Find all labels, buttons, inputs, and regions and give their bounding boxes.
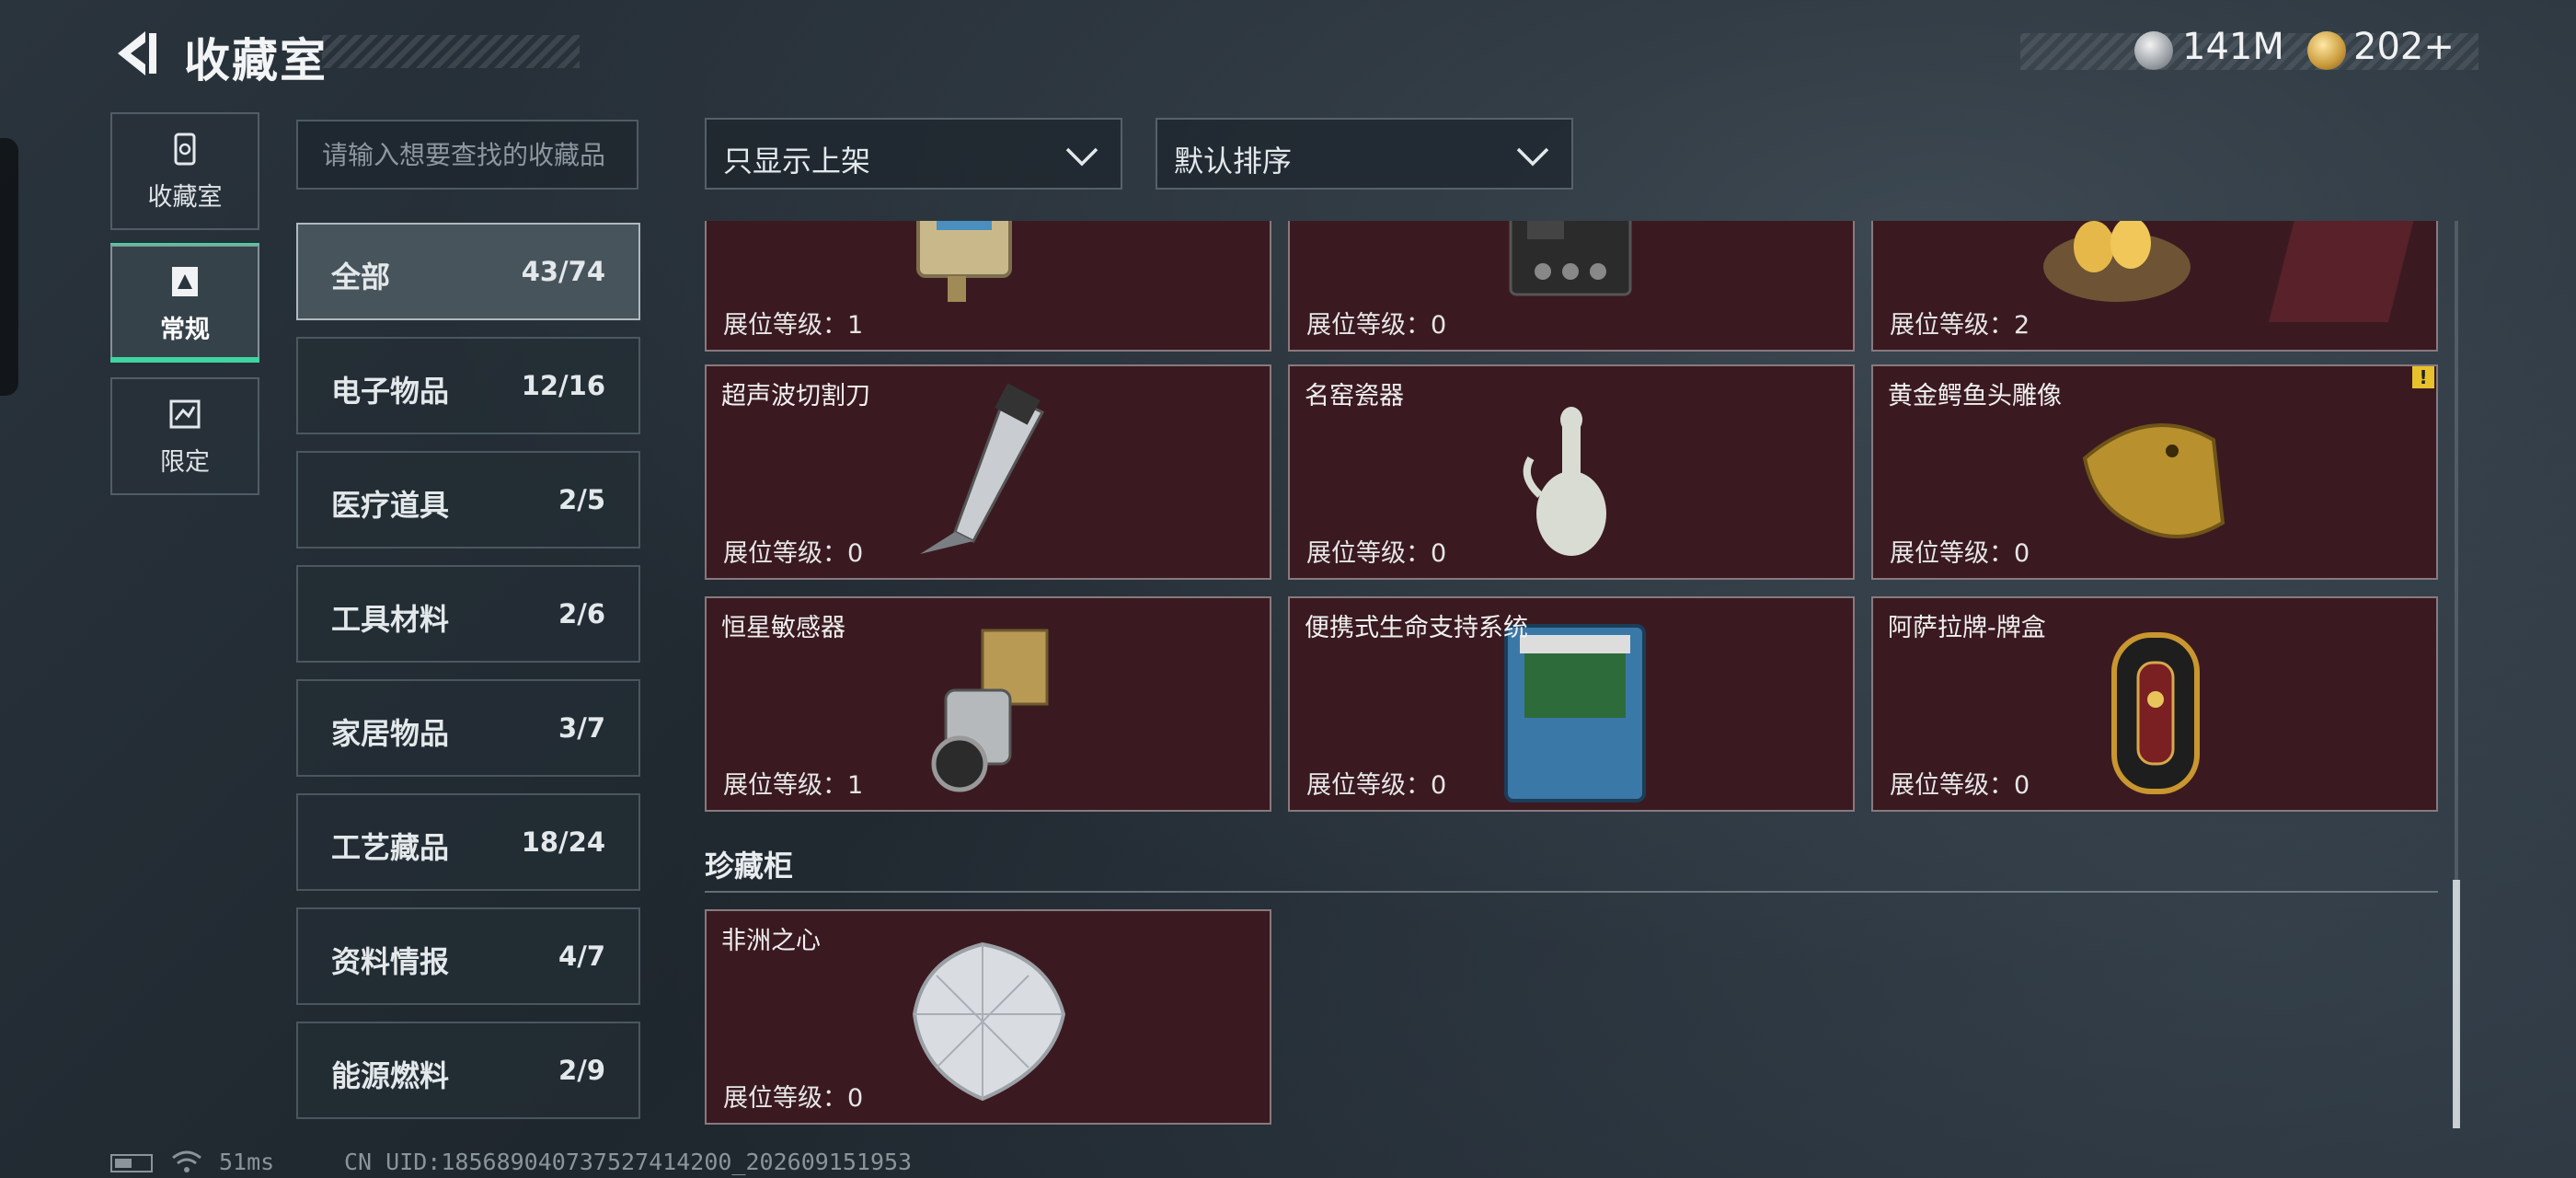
level-label: 展位等级： <box>723 771 847 800</box>
section-divider <box>705 891 2438 893</box>
collection-item-card[interactable]: 展位等级：2 <box>1871 221 2438 352</box>
uid-text: CN UID:1856890407375274142​00_2026091519… <box>344 1149 913 1175</box>
level-value: 2 <box>2014 311 2030 340</box>
level-label: 展位等级： <box>723 539 847 568</box>
category-name: 电子物品 <box>331 374 450 409</box>
item-name: 恒星敏感器 <box>721 614 845 642</box>
collection-item-card[interactable]: 超声波切割刀 展位等级：0 <box>705 364 1271 580</box>
nav-regular[interactable]: 常规 <box>110 245 259 363</box>
silver-coin-icon <box>2134 31 2173 70</box>
battery-icon <box>110 1154 153 1172</box>
collection-room-icon <box>174 133 196 166</box>
display-filter-value: 只显示上架 <box>723 144 871 179</box>
category-name: 全部 <box>331 260 391 294</box>
level-value: 0 <box>1431 771 1447 800</box>
level-value: 0 <box>1431 539 1447 568</box>
sort-value: 默认排序 <box>1174 144 1293 179</box>
category-count: 12/16 <box>521 370 605 401</box>
collection-item-card[interactable]: 展位等级：1 <box>705 221 1271 352</box>
level-label: 展位等级： <box>1306 771 1431 800</box>
nav-label: 收藏室 <box>147 183 223 212</box>
level-label: 展位等级： <box>723 311 847 340</box>
nav-label: 常规 <box>160 316 210 344</box>
showcase-item-card[interactable]: 非洲之心 展位等级：0 <box>705 909 1271 1125</box>
category-name: 工艺藏品 <box>331 830 450 865</box>
silver-currency-value: 141M <box>2182 26 2284 68</box>
display-filter-dropdown[interactable]: 只显示上架 <box>705 118 1122 190</box>
level-label: 展位等级： <box>1306 311 1431 340</box>
back-button[interactable] <box>109 28 160 79</box>
level-label: 展位等级： <box>1890 771 2014 800</box>
back-arrow-icon <box>118 31 156 75</box>
wifi-icon <box>172 1150 201 1172</box>
level-value: 0 <box>1431 311 1447 340</box>
warning-badge-icon: ! <box>2412 366 2434 388</box>
category-count: 3/7 <box>558 712 605 744</box>
chevron-down-icon <box>1065 147 1098 167</box>
level-value: 1 <box>847 311 864 340</box>
level-label: 展位等级： <box>1890 311 2014 340</box>
category-name: 家居物品 <box>331 716 450 751</box>
gold-coin-icon <box>2307 31 2346 70</box>
category-count: 2/6 <box>558 598 605 629</box>
search-field[interactable] <box>296 120 638 190</box>
nav-limited[interactable]: 限定 <box>110 377 259 495</box>
collection-item-card[interactable]: 恒星敏感器 展位等级：1 <box>705 596 1271 812</box>
limited-icon <box>169 399 201 429</box>
category-tools[interactable]: 工具材料 2/6 <box>296 565 640 663</box>
level-label: 展位等级： <box>1890 539 2014 568</box>
item-name: 黄金鳄鱼头雕像 <box>1888 382 2062 410</box>
chevron-down-icon <box>1516 147 1549 167</box>
level-value: 0 <box>847 1084 864 1113</box>
category-name: 资料情报 <box>331 944 450 979</box>
regular-icon <box>172 267 198 296</box>
collection-item-card[interactable]: 展位等级：0 <box>1288 221 1855 352</box>
category-count: 4/7 <box>558 941 605 972</box>
item-name: 便携式生命支持系统 <box>1305 614 1528 642</box>
nav-label: 限定 <box>160 448 210 477</box>
category-home[interactable]: 家居物品 3/7 <box>296 679 640 777</box>
level-value: 0 <box>2014 771 2030 800</box>
level-label: 展位等级： <box>1306 539 1431 568</box>
collection-item-card[interactable]: 阿萨拉牌-牌盒 展位等级：0 <box>1871 596 2438 812</box>
category-electronics[interactable]: 电子物品 12/16 <box>296 337 640 434</box>
collection-grid[interactable]: 展位等级：1 展位等级：0 展位等级：2 超声波切割刀 展位等级：0 名窑瓷器 <box>703 221 2451 1136</box>
item-name: 非洲之心 <box>721 927 821 955</box>
level-value: 1 <box>847 771 864 800</box>
category-all[interactable]: 全部 43/74 <box>296 223 640 320</box>
collection-item-card[interactable]: ! 黄金鳄鱼头雕像 展位等级：0 <box>1871 364 2438 580</box>
category-count: 2/5 <box>558 484 605 515</box>
screen-edge <box>0 138 18 396</box>
page-title: 收藏室 <box>184 34 328 87</box>
item-name: 名窑瓷器 <box>1305 382 1404 410</box>
category-name: 工具材料 <box>331 602 450 637</box>
category-count: 18/24 <box>521 826 605 858</box>
scrollbar-thumb[interactable] <box>2453 880 2460 1128</box>
ping-value: 51ms <box>219 1149 275 1175</box>
nav-collection-room[interactable]: 收藏室 <box>110 112 259 230</box>
category-name: 能源燃料 <box>331 1058 450 1093</box>
category-medical[interactable]: 医疗道具 2/5 <box>296 451 640 549</box>
category-energy[interactable]: 能源燃料 2/9 <box>296 1022 640 1119</box>
level-label: 展位等级： <box>723 1084 847 1113</box>
title-decoration <box>322 35 580 68</box>
collection-item-card[interactable]: 名窑瓷器 展位等级：0 <box>1288 364 1855 580</box>
item-name: 超声波切割刀 <box>721 382 870 410</box>
showcase-section-title: 珍藏柜 <box>705 849 794 884</box>
sort-dropdown[interactable]: 默认排序 <box>1156 118 1573 190</box>
level-value: 0 <box>2014 539 2030 568</box>
gold-currency-value: 202+ <box>2353 26 2455 68</box>
search-input[interactable] <box>298 121 637 188</box>
nav-active-indicator <box>110 357 259 363</box>
category-count: 43/74 <box>521 256 605 287</box>
category-name: 医疗道具 <box>331 488 450 523</box>
item-name: 阿萨拉牌-牌盒 <box>1888 614 2046 642</box>
category-crafts[interactable]: 工艺藏品 18/24 <box>296 793 640 891</box>
level-value: 0 <box>847 539 864 568</box>
category-intel[interactable]: 资料情报 4/7 <box>296 907 640 1005</box>
collection-item-card[interactable]: 便携式生命支持系统 展位等级：0 <box>1288 596 1855 812</box>
category-count: 2/9 <box>558 1055 605 1086</box>
